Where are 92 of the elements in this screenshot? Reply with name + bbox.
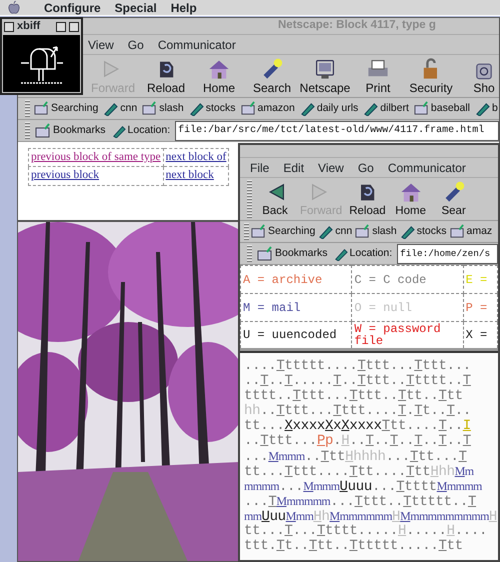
location-field[interactable]: file:/home/zen/s	[397, 244, 498, 264]
pencil-icon	[334, 246, 348, 260]
toolbar-button[interactable]: Reload	[142, 57, 190, 95]
menu-item[interactable]: Help	[170, 0, 197, 16]
pencil-icon	[363, 101, 378, 116]
pencil-icon	[400, 224, 415, 239]
legend-entry: X =	[466, 328, 488, 342]
menu-item[interactable]: Communicator	[158, 36, 236, 54]
bookmark-link[interactable]: daily urls	[298, 100, 360, 116]
toolbar-button[interactable]: Reload	[347, 180, 388, 218]
toolbar-grip[interactable]	[244, 223, 249, 240]
folder-icon	[240, 101, 256, 116]
bookmark-link[interactable]: cnn	[102, 100, 138, 116]
file-map-line: tt...T...Ttttt.....H.....H....	[244, 524, 488, 539]
bookmarks-button[interactable]: Bookmarks	[256, 246, 329, 262]
location-label: Location:	[332, 246, 394, 262]
window-title: Netscape: Block 4117, type g	[278, 18, 436, 34]
apple-icon[interactable]	[8, 1, 20, 14]
legend-entry: U = uuencoded	[243, 328, 337, 342]
bookmark-link[interactable]: dilbert	[362, 100, 410, 116]
menu-item[interactable]: Special	[114, 0, 157, 16]
toolbar-grip[interactable]	[25, 100, 30, 117]
toolbar-button[interactable]: Home	[390, 180, 431, 218]
legend-entry: C = C code	[354, 272, 426, 286]
window-button[interactable]	[4, 22, 14, 32]
file-map-line: ....Tttttt....Tttt...Tttt...	[244, 359, 472, 374]
bookmarks-button[interactable]: Bookmarks	[34, 122, 107, 138]
folder-icon	[142, 101, 158, 116]
bookmark-link[interactable]: amaz	[448, 224, 494, 240]
bookmark-link[interactable]: stocks	[188, 100, 236, 116]
menu-item[interactable]: View	[318, 158, 344, 176]
menu-item[interactable]: Go	[358, 158, 374, 176]
toolbar-grip[interactable]	[247, 245, 252, 262]
file-map-line: tttt..Tttt...Tttt..Ttt..Ttt	[244, 389, 464, 404]
bookmark-link[interactable]: Searching	[33, 100, 100, 116]
legend-entry: E =	[466, 272, 488, 286]
bookmark-link[interactable]: stocks	[398, 224, 448, 240]
folder-icon	[450, 224, 464, 239]
file-map-line: tt...XxxxxXxXxxxxTtt....T..I	[244, 419, 472, 434]
menu-item[interactable]: File	[250, 158, 270, 176]
location-label: Location:	[110, 122, 172, 138]
folder-icon	[257, 246, 273, 262]
toolbar-button[interactable]: Back	[255, 180, 295, 218]
toolbar-button[interactable]: Sear	[434, 180, 474, 218]
pencil-icon	[103, 101, 118, 116]
pencil-icon	[475, 101, 490, 116]
toolbar-button[interactable]: Home	[195, 57, 243, 95]
bookmark-link[interactable]: amazon	[240, 100, 296, 116]
folder-icon	[414, 101, 429, 116]
folder-icon	[34, 101, 49, 116]
toolbar-button[interactable]: Print	[354, 57, 402, 95]
bookmark-link[interactable]: b	[474, 100, 499, 116]
file-map-line: hh..Tttt...Tttt....T.Tt..T..	[244, 404, 472, 419]
file-map-line: ...TMmmmmm...Tttt..Tttttt..T	[244, 494, 478, 509]
bookmark-link[interactable]: Searching	[250, 224, 316, 240]
pencil-icon	[318, 224, 334, 239]
folder-icon	[35, 122, 51, 138]
window-title: xbiff	[17, 19, 40, 34]
legend-entry: M = mail	[243, 300, 301, 314]
bookmark-link[interactable]: slash	[354, 224, 398, 240]
bookmark-link[interactable]: slash	[141, 100, 185, 116]
legend-entry: P =	[466, 300, 488, 314]
bookmark-link[interactable]: baseball	[412, 100, 472, 116]
toolbar-grip[interactable]	[25, 122, 30, 139]
menu-item[interactable]: Configure	[44, 0, 101, 16]
pencil-icon	[188, 101, 204, 116]
file-map-line: ..T..T.....T..Tttt..Ttttt..T	[244, 374, 472, 389]
file-map-line: ..Tttt...Pp.H..T..T..T..T..T	[244, 434, 472, 449]
bookmark-link[interactable]: cnn	[317, 224, 354, 240]
toolbar-button[interactable]: Sho	[460, 57, 499, 95]
toolbar-button[interactable]: Security	[407, 57, 455, 95]
pencil-icon	[300, 101, 315, 116]
toolbar-button[interactable]: Netscape	[301, 57, 349, 95]
file-map-line: mmmm...MmmmUuuu...TttttMmmmm	[244, 479, 483, 494]
monitor-icon	[313, 57, 337, 81]
folder-icon	[251, 224, 266, 239]
legend-entry: A = archive	[243, 272, 322, 286]
file-map-line: ttt.Tt..Ttt..Tttttt.....Ttt	[244, 539, 464, 554]
file-map-line: tt...Tttt....Ttt....TttHhhMm	[244, 464, 475, 479]
file-map-line: mmUuuMmmHhMmmmmmmHMmmmmmmmmmH	[244, 509, 498, 524]
file-map-line: ...Mmmm..TttHhhhh...Ttt...T	[244, 449, 468, 464]
folder-icon	[355, 224, 370, 239]
toolbar-grip[interactable]	[247, 180, 252, 218]
legend-entry: W = password file	[354, 322, 441, 348]
pencil-icon	[112, 124, 126, 138]
menu-item[interactable]: View	[88, 36, 114, 54]
legend-entry: O = null	[354, 300, 412, 314]
menu-item[interactable]: Communicator	[388, 158, 466, 176]
menu-item[interactable]: Go	[128, 36, 144, 54]
menu-item[interactable]: Edit	[283, 158, 304, 176]
toolbar-button[interactable]: Search	[248, 57, 296, 95]
location-field[interactable]: file:/bar/src/me/tct/latest-old/www/4117.frame.html	[175, 120, 499, 140]
